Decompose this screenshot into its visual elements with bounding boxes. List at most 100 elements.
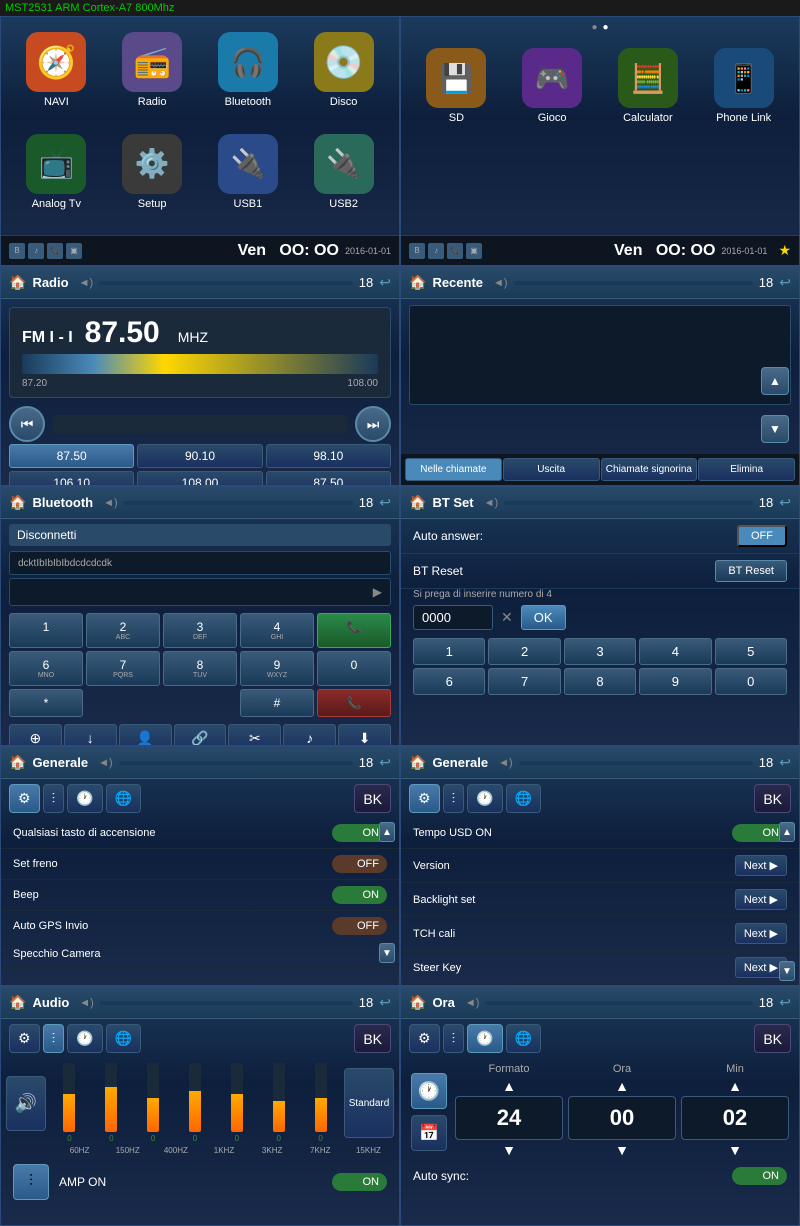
btset-ok-btn[interactable]: OK [521, 605, 566, 630]
home-icon-gen1[interactable]: 🏠 [9, 754, 26, 771]
audio-tab-web[interactable]: 🌐 [106, 1024, 141, 1053]
btset-num-8[interactable]: 8 [564, 668, 636, 695]
ora-min-up[interactable]: ▲ [681, 1078, 789, 1094]
home-icon-ora[interactable]: 🏠 [409, 994, 426, 1011]
gen2-scroll-up[interactable]: ▲ [779, 822, 795, 842]
ora-autosync-toggle[interactable]: ON [732, 1167, 787, 1185]
key-4[interactable]: 4GHI [240, 613, 314, 648]
gen2-tab-settings[interactable]: ⚙ [409, 784, 440, 813]
bt-disconnetti-btn[interactable]: Disconnetti [9, 524, 391, 546]
btset-autoanswer-toggle[interactable]: OFF [737, 525, 787, 547]
eq-bar-400hz[interactable]: 0 [134, 1063, 173, 1143]
radio-next-btn[interactable]: ⏭ [355, 406, 391, 442]
preset-4[interactable]: 106.10 [9, 471, 134, 486]
gen1-scroll-up[interactable]: ▲ [379, 822, 395, 842]
gen1-tab-eq[interactable]: ⫶ [43, 784, 65, 813]
gen2-tab-web[interactable]: 🌐 [506, 784, 541, 813]
key-9[interactable]: 9WXYZ [240, 651, 314, 686]
app-gioco[interactable]: 🎮 Gioco [507, 48, 598, 230]
btset-back-icon[interactable]: ↩ [779, 494, 791, 511]
key-hash[interactable]: # [240, 689, 314, 717]
audio-tab-eq[interactable]: ⫶ [43, 1024, 65, 1053]
app-usb2[interactable]: 🔌 USB2 [298, 134, 389, 231]
tab-nelle-chiamate[interactable]: Nelle chiamate [405, 458, 502, 481]
home-icon-bt[interactable]: 🏠 [9, 494, 26, 511]
audio-tab-time[interactable]: 🕐 [67, 1024, 102, 1053]
btset-vol-slider[interactable] [504, 501, 753, 505]
ora-back-icon[interactable]: ↩ [779, 994, 791, 1011]
bt-action-4[interactable]: 🔗 [174, 724, 227, 746]
key-6[interactable]: 6MNO [9, 651, 83, 686]
bt-action-1[interactable]: ⊕ [9, 724, 62, 746]
eq-bar-1khz[interactable]: 0 [176, 1063, 215, 1143]
audio-back-icon[interactable]: ↩ [379, 994, 391, 1011]
app-bluetooth[interactable]: 🎧 Bluetooth [203, 32, 294, 129]
gen2-vol-slider[interactable] [519, 761, 753, 765]
recente-vol-slider[interactable] [514, 281, 753, 285]
bt-vol-slider[interactable] [124, 501, 353, 505]
gen1-back-icon[interactable]: ↩ [379, 754, 391, 771]
ora-vol-slider[interactable] [485, 1001, 752, 1005]
ora-calendar-icon[interactable]: 📅 [411, 1115, 447, 1151]
home-icon-gen2[interactable]: 🏠 [409, 754, 426, 771]
audio-preset-btn[interactable]: Standard [344, 1068, 394, 1138]
ora-hour-up[interactable]: ▲ [568, 1078, 676, 1094]
bt-action-2[interactable]: ↓ [64, 724, 117, 746]
recente-up-arrow[interactable]: ▲ [761, 367, 789, 395]
home-icon-recente[interactable]: 🏠 [409, 274, 426, 291]
ora-format-down[interactable]: ▼ [455, 1142, 563, 1158]
key-star[interactable]: * [9, 689, 83, 717]
app-calculator[interactable]: 🧮 Calculator [603, 48, 694, 230]
radio-prev-btn[interactable]: ⏮ [9, 406, 45, 442]
gen1-tab-time[interactable]: 🕐 [67, 784, 102, 813]
audio-amp-toggle[interactable]: ON [332, 1173, 387, 1191]
gen1-tab-bk[interactable]: BK [354, 784, 391, 813]
key-7[interactable]: 7PQRS [86, 651, 160, 686]
eq-bar-15khz[interactable]: 0 [301, 1063, 340, 1143]
eq-bar-7khz[interactable]: 0 [259, 1063, 298, 1143]
tab-elimina[interactable]: Elimina [698, 458, 795, 481]
ora-tab-web[interactable]: 🌐 [506, 1024, 541, 1053]
btset-num-5[interactable]: 5 [715, 638, 787, 665]
tab-uscita[interactable]: Uscita [503, 458, 600, 481]
app-disco[interactable]: 💿 Disco [298, 32, 389, 129]
preset-1[interactable]: 87.50 [9, 444, 134, 468]
btset-num-0[interactable]: 0 [715, 668, 787, 695]
key-call-green[interactable]: 📞 [317, 613, 391, 648]
ora-tab-bk[interactable]: BK [754, 1024, 791, 1053]
home-icon-audio[interactable]: 🏠 [9, 994, 26, 1011]
preset-5[interactable]: 108.00 [137, 471, 262, 486]
key-call-red[interactable]: 📞 [317, 689, 391, 717]
key-8[interactable]: 8TUV [163, 651, 237, 686]
app-phonelink[interactable]: 📱 Phone Link [698, 48, 789, 230]
btset-pin-input[interactable] [413, 605, 493, 630]
gen2-scroll-down[interactable]: ▼ [779, 961, 795, 981]
app-setup[interactable]: ⚙️ Setup [107, 134, 198, 231]
bt-action-6[interactable]: ♪ [283, 724, 336, 746]
audio-tab-bk[interactable]: BK [354, 1024, 391, 1053]
gen1-tab-settings[interactable]: ⚙ [9, 784, 40, 813]
btset-num-6[interactable]: 6 [413, 668, 485, 695]
radio-tuner-bar[interactable] [22, 354, 378, 374]
audio-tab-settings[interactable]: ⚙ [9, 1024, 40, 1053]
gen1-scroll-down[interactable]: ▼ [379, 943, 395, 963]
ora-tab-time[interactable]: 🕐 [467, 1024, 502, 1053]
audio-vol-slider[interactable] [100, 1001, 353, 1005]
radio-vol-slider[interactable] [99, 281, 353, 285]
eq-bar-3khz[interactable]: 0 [217, 1063, 256, 1143]
home-icon-radio[interactable]: 🏠 [9, 274, 26, 291]
app-navi[interactable]: 🧭 NAVI [11, 32, 102, 129]
gen2-tab-time[interactable]: 🕐 [467, 784, 502, 813]
btset-reset-btn[interactable]: BT Reset [715, 560, 787, 582]
btset-num-2[interactable]: 2 [488, 638, 560, 665]
bt-search-bar[interactable]: ▶ [9, 578, 391, 606]
bt-action-7[interactable]: ⬇ [338, 724, 391, 746]
app-sd[interactable]: 💾 SD [411, 48, 502, 230]
preset-2[interactable]: 90.10 [137, 444, 262, 468]
audio-eq-icon[interactable]: ⫶ [13, 1164, 49, 1200]
ora-format-up[interactable]: ▲ [455, 1078, 563, 1094]
gen2-tab-bk[interactable]: BK [754, 784, 791, 813]
ora-min-down[interactable]: ▼ [681, 1142, 789, 1158]
eq-bar-60hz[interactable]: 0 [50, 1063, 89, 1143]
key-1[interactable]: 1 [9, 613, 83, 648]
